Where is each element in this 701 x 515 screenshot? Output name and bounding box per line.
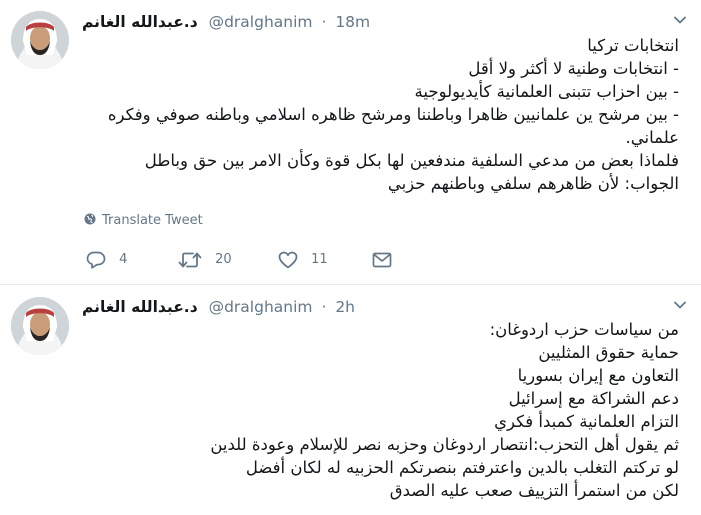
translate-label: Translate Tweet (102, 213, 203, 228)
tweet[interactable]: د.عبدالله الغانم @dralghanim · 2h من سيا… (0, 285, 701, 515)
direct-message-button[interactable] (372, 248, 392, 272)
tweet-text: من سياسات حزب اردوغان: حماية حقوق المثلي… (80, 318, 679, 502)
author-handle[interactable]: @dralghanim (209, 13, 313, 31)
separator-dot: · (321, 13, 327, 31)
reply-count: 4 (119, 252, 128, 267)
tweet-line: الجواب: لأن ظاهرهم سلفي وباطنهم حزبي (387, 174, 679, 193)
tweet-timestamp[interactable]: 18m (335, 13, 370, 31)
tweet-actions: 4 20 11 (82, 248, 412, 272)
tweet[interactable]: د.عبدالله الغانم @dralghanim · 18m انتخا… (0, 0, 701, 285)
retweet-button[interactable]: 20 (178, 248, 232, 272)
chevron-down-icon[interactable] (673, 298, 687, 312)
author-name[interactable]: د.عبدالله الغانم (82, 13, 198, 31)
tweet-line: - انتخابات وطنية لا أكثر ولا أقل (468, 59, 679, 78)
tweet-line: انتخابات تركيا (587, 36, 679, 55)
chevron-down-icon[interactable] (673, 13, 687, 27)
tweet-line: - بين احزاب تتبنى العلمانية كأيديولوجية (414, 82, 679, 101)
retweet-count: 20 (215, 252, 232, 267)
heart-icon (278, 251, 302, 269)
author-handle[interactable]: @dralghanim (209, 298, 313, 316)
author-name[interactable]: د.عبدالله الغانم (82, 298, 198, 316)
tweet-line: لكن من استمرأ التزييف صعب عليه الصدق (389, 481, 679, 500)
translate-tweet-link[interactable]: Translate Tweet (84, 212, 203, 230)
tweet-line: ثم يقول أهل التحزب:انتصار اردوغان وحزبه … (210, 435, 679, 454)
retweet-icon (178, 252, 206, 268)
tweet-line: فلماذا بعض من مدعي السلفية مندفعين لها ب… (144, 151, 679, 170)
tweet-text: انتخابات تركيا - انتخابات وطنية لا أكثر … (80, 34, 679, 195)
tweet-line: من سياسات حزب اردوغان: (489, 320, 679, 339)
tweet-header: د.عبدالله الغانم @dralghanim · 2h (82, 296, 661, 318)
tweet-line: علماني. (625, 128, 679, 147)
envelope-icon (372, 252, 392, 267)
tweet-timestamp[interactable]: 2h (335, 298, 355, 316)
reply-icon (86, 251, 110, 269)
like-button[interactable]: 11 (278, 248, 328, 272)
tweet-line: التزام العلمانية كمبدأ فكري (494, 412, 679, 431)
separator-dot: · (321, 298, 327, 316)
reply-button[interactable]: 4 (86, 248, 127, 272)
tweet-line: التعاون مع إيران بسوريا (517, 366, 679, 385)
tweet-line: لو تركتم التغلب بالدين واعترفتم بنصرتكم … (245, 458, 679, 477)
avatar[interactable] (11, 11, 69, 69)
tweet-line: حماية حقوق المثليين (538, 343, 679, 362)
avatar[interactable] (11, 297, 69, 355)
tweet-line: - بين مرشح ين علمانيين ظاهرا وباطننا ومر… (107, 105, 679, 124)
tweet-header: د.عبدالله الغانم @dralghanim · 18m (82, 11, 661, 33)
tweet-line: دعم الشراكة مع إسرائيل (508, 389, 679, 408)
globe-icon (84, 213, 96, 225)
like-count: 11 (311, 252, 328, 267)
